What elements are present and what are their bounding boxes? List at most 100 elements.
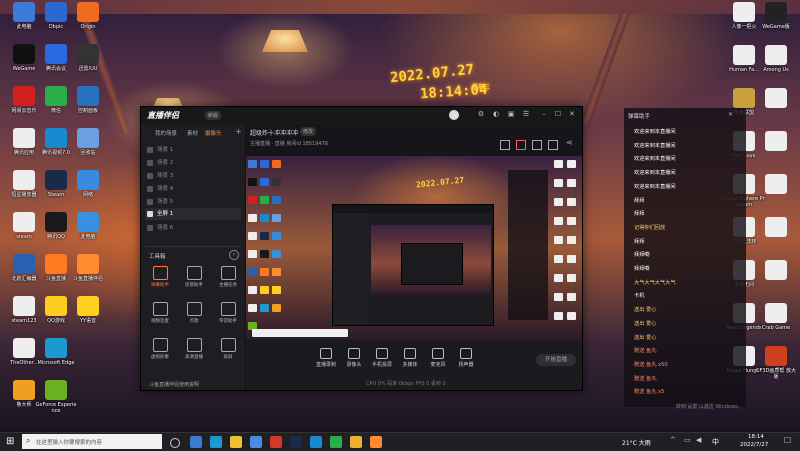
folder-icon[interactable] <box>350 436 362 448</box>
desktop-icon[interactable]: WeGame版 <box>754 2 798 30</box>
share-icon[interactable]: ⋖ <box>566 138 573 147</box>
bottom-media-button[interactable]: 多媒体 <box>396 348 424 368</box>
danmaku-panel[interactable]: 弹幕助手 ✕ 欢迎来到本直播间 欢迎来到本直播间 欢迎来到本直播间 欢迎来到本直… <box>624 108 746 410</box>
skin-icon[interactable]: ◐ <box>491 110 501 118</box>
desktop-icon[interactable] <box>754 174 798 196</box>
tool-avatar[interactable]: 虚拟形象 <box>145 338 175 360</box>
avatar[interactable] <box>449 110 459 120</box>
bottom-phone-button[interactable]: 手机投屏 <box>368 348 396 368</box>
eye-icon[interactable] <box>147 224 153 231</box>
task-view-icon[interactable] <box>170 438 180 448</box>
tool-admin[interactable]: 房管助手 <box>179 266 209 288</box>
tool-shop[interactable]: 带货助手 <box>213 302 243 324</box>
notice-text[interactable]: 斗鱼直播伴侣使用说明 <box>149 381 199 388</box>
live-companion-window[interactable]: 直播伴侣 新版 ⚙ ◐ ▣ ☰ – ☐ ✕ 我的场景 素材 摄像头 + 场景 1… <box>140 106 583 391</box>
search-box[interactable]: ⌕ 在这里输入你要搜索的内容 <box>22 434 162 449</box>
ime-indicator[interactable]: 中 <box>712 437 719 447</box>
scene-item[interactable]: 场景 4 <box>145 183 241 195</box>
window-titlebar[interactable]: 直播伴侣 新版 ⚙ ◐ ▣ ☰ – ☐ ✕ <box>141 107 582 124</box>
store-icon[interactable] <box>250 436 262 448</box>
add-scene-button[interactable]: + <box>235 127 242 136</box>
volume-tray-icon[interactable]: ◀ <box>696 436 701 444</box>
scene-item[interactable]: 场景 2 <box>145 157 241 169</box>
tool-label: 点歌 <box>189 319 199 324</box>
scene-item[interactable]: 场景 1 <box>145 144 241 156</box>
desktop-icon[interactable] <box>754 217 798 239</box>
qq-icon[interactable] <box>310 436 322 448</box>
wechat-icon[interactable] <box>330 436 342 448</box>
mini-desktop-icon <box>248 304 257 312</box>
active-scene[interactable]: 全屏 1 <box>145 208 241 220</box>
eye-icon[interactable] <box>147 185 153 192</box>
desktop-icon[interactable] <box>754 260 798 282</box>
taskbar-date[interactable]: 2022/7/27 <box>740 442 768 448</box>
bottom-record-button[interactable]: 直播录制 <box>312 348 340 368</box>
live-preview[interactable]: 2022.07.27 <box>246 156 582 340</box>
network-tray-icon[interactable]: ▭ <box>684 436 691 444</box>
steam-icon[interactable] <box>290 436 302 448</box>
bottom-camera-button[interactable]: 录像头 <box>340 348 368 368</box>
taskbar-time[interactable]: 18:14 <box>748 434 764 440</box>
eye-icon[interactable] <box>147 210 153 217</box>
toolbox-add-icon[interactable]: › <box>229 250 239 260</box>
desktop-icon[interactable]: 斗鱼直播伴侣 <box>66 254 110 282</box>
desktop-icon[interactable]: 控制面板 <box>66 86 110 114</box>
tool-task[interactable]: 主播任务 <box>213 266 243 288</box>
desktop-icon[interactable]: 此电脑 <box>66 212 110 240</box>
weather-text[interactable]: 21°C 大雨 <box>622 438 651 447</box>
edge-icon[interactable] <box>210 436 222 448</box>
tool-hd[interactable]: 高清直播 <box>179 338 209 360</box>
desktop-icon[interactable] <box>754 131 798 153</box>
start-live-button[interactable]: 开始直播 <box>536 354 576 366</box>
bottom-mic-button[interactable]: 麦克风 <box>424 348 452 368</box>
toolbar-icon[interactable] <box>548 140 558 150</box>
pc-icon <box>77 212 99 232</box>
desktop-icon[interactable]: Origin <box>66 2 110 30</box>
tool-cast[interactable]: 投屏 <box>213 338 243 360</box>
notification-icon[interactable]: ☐ <box>784 436 791 445</box>
desktop-icon[interactable]: GeForce Experience <box>34 380 78 414</box>
tab-scenes[interactable]: 我的场景 <box>155 129 177 137</box>
tool-danmaku[interactable]: 弹幕助手 <box>145 266 175 288</box>
desktop-icon[interactable]: Crab Game <box>754 303 798 331</box>
bottom-speaker-button[interactable]: 扬声器 <box>452 348 480 368</box>
live-companion-icon[interactable] <box>370 436 382 448</box>
widgets-icon[interactable] <box>190 436 202 448</box>
start-button[interactable]: ⊞ <box>6 436 14 448</box>
desktop-icon[interactable]: CF3D画质帮 放大版 <box>754 346 798 380</box>
desktop-icon[interactable]: Microsoft Edge <box>34 338 78 366</box>
eye-icon[interactable] <box>147 146 153 153</box>
feedback-icon[interactable]: ☰ <box>521 110 531 118</box>
tool-song[interactable]: 点歌 <box>179 302 209 324</box>
desktop-icon[interactable]: 网络 <box>66 170 110 198</box>
eye-icon[interactable] <box>147 159 153 166</box>
scene-item[interactable]: 场景 5 <box>145 196 241 208</box>
eye-icon[interactable] <box>147 198 153 205</box>
explorer-icon[interactable] <box>230 436 242 448</box>
mini-desktop-icon <box>260 232 269 240</box>
toolbar-icon[interactable] <box>532 140 542 150</box>
edit-title-button[interactable]: 修改 <box>300 127 317 136</box>
desktop-icon[interactable]: 回收站 <box>66 128 110 156</box>
desktop-icon[interactable]: Among Us <box>754 45 798 73</box>
minimize-icon[interactable]: – <box>539 110 549 118</box>
version-badge[interactable]: 新版 <box>205 111 222 120</box>
toolbar-icon[interactable] <box>516 140 526 150</box>
chrome-icon[interactable] <box>270 436 282 448</box>
pin-icon[interactable]: ✕ <box>728 111 733 118</box>
eye-icon[interactable] <box>147 172 153 179</box>
settings-icon[interactable]: ⚙ <box>476 110 486 118</box>
maximize-icon[interactable]: ☐ <box>553 110 563 118</box>
tool-link[interactable]: 视频连麦 <box>145 302 175 324</box>
toolbar-icon[interactable] <box>500 140 510 150</box>
tab-camera[interactable]: 摄像头 <box>205 129 222 137</box>
close-icon[interactable]: ✕ <box>567 110 577 118</box>
tab-materials[interactable]: 素材 <box>187 129 198 137</box>
tray-up-icon[interactable]: ^ <box>670 436 676 444</box>
scene-item[interactable]: 场景 3 <box>145 170 241 182</box>
scene-item[interactable]: 场景 6 <box>145 222 241 234</box>
desktop-icon[interactable] <box>754 88 798 110</box>
desktop-icon[interactable]: 迅雷/UU <box>66 44 110 72</box>
gift-icon[interactable]: ▣ <box>506 110 516 118</box>
desktop-icon[interactable]: YY语音 <box>66 296 110 324</box>
